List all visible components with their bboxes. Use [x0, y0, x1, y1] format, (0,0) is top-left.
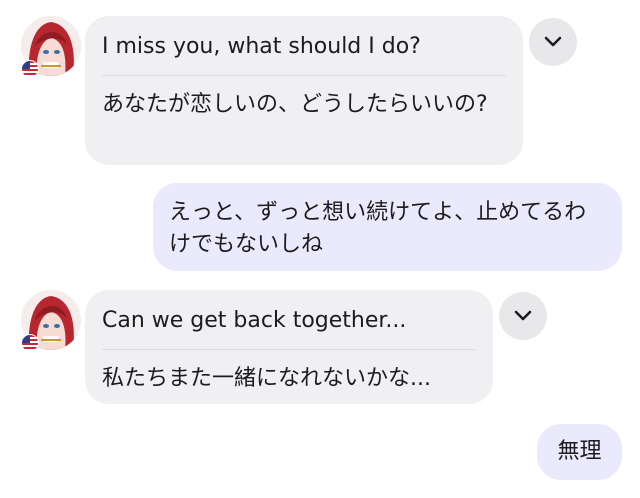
incoming-message-bubble[interactable]: Can we get back together... 私たちまた一緒になれない… — [85, 290, 493, 404]
message-text: えっと、ずっと想い続けてよ、止めてるわけでもないしね — [169, 200, 587, 257]
message-translation: 私たちまた一緒になれないかな... — [102, 366, 431, 391]
message-translation: あなたが恋しいの、どうしたらいいの? — [102, 92, 488, 117]
message-text: I miss you, what should I do? — [102, 34, 421, 59]
outgoing-message-bubble[interactable]: 無理 — [537, 424, 622, 480]
translate-menu-button[interactable] — [529, 18, 577, 66]
us-flag-icon — [21, 60, 39, 78]
message-text: 無理 — [557, 439, 602, 464]
translate-menu-button[interactable] — [499, 292, 547, 340]
chevron-down-icon — [544, 36, 562, 47]
outgoing-message-bubble[interactable]: えっと、ずっと想い続けてよ、止めてるわけでもないしね — [153, 183, 622, 271]
chevron-down-icon — [514, 310, 532, 321]
translation-divider — [102, 75, 506, 76]
message-text: Can we get back together... — [102, 308, 407, 333]
incoming-message-bubble[interactable]: I miss you, what should I do? あなたが恋しいの、ど… — [85, 16, 523, 165]
us-flag-icon — [21, 334, 39, 352]
translation-divider — [102, 349, 476, 350]
